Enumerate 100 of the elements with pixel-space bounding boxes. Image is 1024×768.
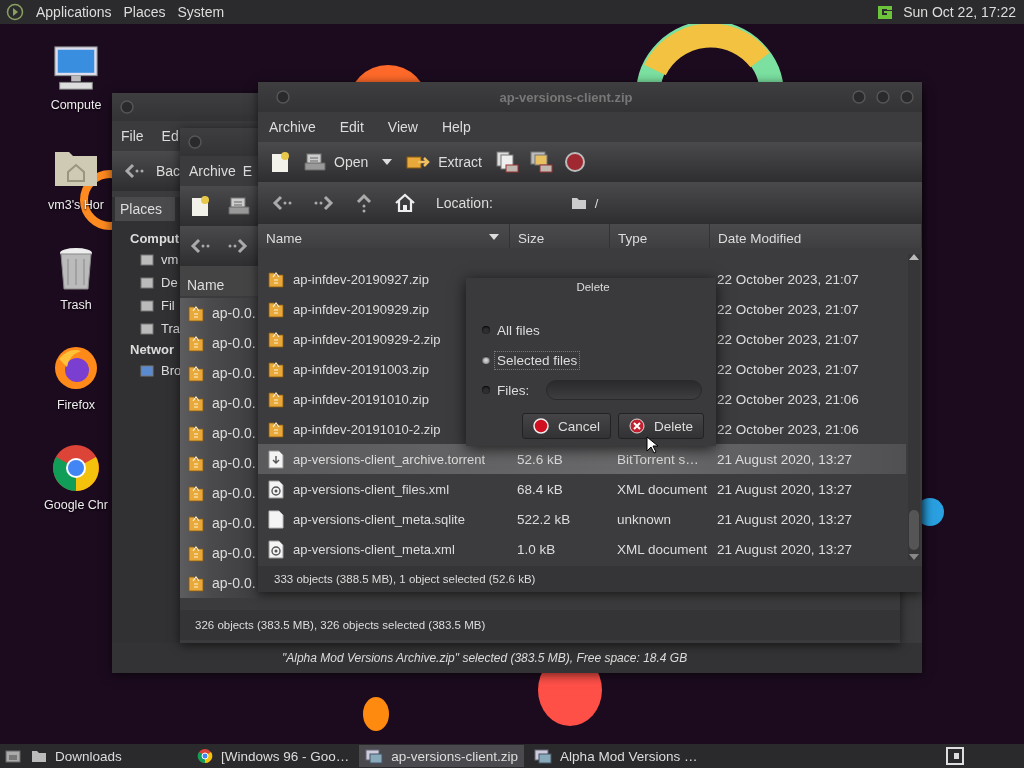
option-label[interactable]: All files xyxy=(495,321,542,339)
forward-arrow-icon[interactable] xyxy=(228,238,248,254)
radio-button[interactable] xyxy=(482,326,490,334)
table-cell: 22 October 2023, 21:07 xyxy=(717,361,859,377)
open-button[interactable]: Open xyxy=(300,151,373,173)
file-row[interactable]: ap-0.0. xyxy=(180,448,258,478)
file-row[interactable]: ap-0.0. xyxy=(180,508,258,538)
table-cell[interactable]: ap-versions-client_files.xml xyxy=(258,479,510,499)
panel-menu[interactable]: Places xyxy=(123,4,166,20)
show-desktop-icon[interactable] xyxy=(5,749,21,763)
workspace-icon[interactable] xyxy=(946,747,964,765)
new-document-icon[interactable] xyxy=(270,151,290,173)
location-path[interactable]: / xyxy=(594,195,599,211)
menu-item[interactable]: Edit xyxy=(339,119,364,135)
file-row[interactable]: ap-0.0. xyxy=(180,478,258,508)
new-document-icon[interactable] xyxy=(190,195,210,217)
menu-item[interactable]: View xyxy=(387,119,418,135)
place-icon xyxy=(140,363,154,378)
column-header[interactable]: Size xyxy=(510,224,610,248)
taskbar-button[interactable]: Alpha Mod Versions … xyxy=(528,745,704,767)
table-cell: 21 August 2020, 13:27 xyxy=(717,511,853,527)
radio-button[interactable] xyxy=(482,386,490,394)
table-cell[interactable]: ap-versions-client_meta.sqlite xyxy=(258,509,510,529)
table-cell[interactable]: ap-versions-client_archive.torrent xyxy=(258,449,510,469)
option-label[interactable]: Files: xyxy=(495,381,532,399)
column-header[interactable]: Type xyxy=(610,224,710,248)
forward-arrow-icon[interactable] xyxy=(314,195,334,211)
drawer-icon[interactable] xyxy=(304,153,326,171)
menu-item[interactable]: Archive xyxy=(269,119,316,135)
sidebar-item[interactable]: Fil xyxy=(161,298,175,313)
sidebar-item[interactable]: Tra xyxy=(161,321,181,336)
browser-icon[interactable] xyxy=(197,748,213,764)
desktop-icon-label[interactable]: Firefox xyxy=(56,398,96,412)
menu-item[interactable]: File xyxy=(121,128,144,144)
places-dropdown[interactable]: Places xyxy=(115,197,175,221)
table-cell[interactable]: ap-versions-client_meta.xml xyxy=(258,539,510,559)
file-row[interactable]: ap-0.0. xyxy=(180,358,258,388)
radio-button[interactable] xyxy=(482,356,490,364)
status-text: 333 objects (388.5 MB), 1 object selected (52.6 kB) xyxy=(274,573,536,585)
browser-icon[interactable] xyxy=(52,444,100,492)
menu-item[interactable]: Archive xyxy=(189,163,236,179)
add-folder-icon[interactable] xyxy=(529,151,554,173)
dialog-title: Delete xyxy=(576,281,610,293)
folder-icon[interactable] xyxy=(31,749,47,763)
archive-icon[interactable] xyxy=(365,748,384,764)
file-row[interactable]: ap-0.0. xyxy=(180,388,258,418)
archive-icon[interactable] xyxy=(534,748,553,764)
place-icon xyxy=(140,275,154,290)
column-header[interactable]: Name xyxy=(258,224,510,248)
table-cell: 22 October 2023, 21:07 xyxy=(717,331,859,347)
up-arrow-icon[interactable] xyxy=(356,193,372,213)
option-label[interactable]: Selected files xyxy=(495,351,580,369)
scrollbar-thumb[interactable] xyxy=(909,510,919,550)
back-button[interactable]: Bac xyxy=(156,163,181,179)
zip-file-icon xyxy=(188,454,204,472)
stop-icon[interactable] xyxy=(563,151,586,173)
file-row[interactable]: ap-0.0. xyxy=(180,568,258,598)
menu-item[interactable]: Help xyxy=(441,119,471,135)
sidebar-item[interactable]: De xyxy=(161,275,178,290)
desktop-icon-label[interactable]: Trash xyxy=(60,298,92,312)
menu-item[interactable]: E xyxy=(242,163,253,179)
caret-icon[interactable] xyxy=(382,159,393,165)
add-files-icon[interactable] xyxy=(495,151,520,173)
desktop-icon-label[interactable]: Google Chr xyxy=(44,498,108,512)
cross-circle-icon[interactable] xyxy=(628,418,645,434)
column-header[interactable]: Name xyxy=(187,277,225,293)
sidebar-item[interactable]: vm xyxy=(161,252,179,267)
desktop-icon-label[interactable]: Compute xyxy=(50,98,102,112)
taskbar-button[interactable]: [Windows 96 - Goo… xyxy=(191,745,356,767)
table-cell: 22 October 2023, 21:06 xyxy=(717,421,859,437)
file-row[interactable]: ap-0.0. xyxy=(180,328,258,358)
cancel-button[interactable]: Cancel xyxy=(521,413,611,439)
computer-icon[interactable] xyxy=(51,44,101,92)
taskbar-button[interactable]: ap-versions-client.zip xyxy=(359,745,525,767)
extract-button[interactable]: Extract xyxy=(402,151,486,173)
fox-globe-icon[interactable] xyxy=(53,344,99,392)
zip-file-icon xyxy=(268,390,284,408)
menu-item[interactable]: Ed xyxy=(161,128,179,144)
column-header[interactable]: Date Modified xyxy=(710,224,922,248)
back-arrow-icon[interactable] xyxy=(272,195,292,211)
delete-button[interactable]: Delete xyxy=(617,413,704,439)
file-row[interactable]: ap-0.0. xyxy=(180,298,258,328)
zip-file-icon xyxy=(188,484,204,502)
panel-menu[interactable]: Applications xyxy=(36,4,112,20)
back-arrow-icon[interactable] xyxy=(124,163,144,179)
logo-icon[interactable] xyxy=(6,3,24,21)
zip-file-icon xyxy=(188,394,204,412)
home-icon[interactable] xyxy=(394,193,416,213)
file-row[interactable]: ap-0.0. xyxy=(180,418,258,448)
clock[interactable]: Sun Oct 22, 17:22 xyxy=(903,4,1016,20)
drawer-icon[interactable] xyxy=(228,197,250,215)
table-cell: XML document xyxy=(617,481,708,497)
file-row[interactable]: ap-0.0. xyxy=(180,538,258,568)
sort-caret-icon[interactable] xyxy=(489,234,499,240)
scroll-down-icon[interactable] xyxy=(909,554,919,560)
scroll-up-icon[interactable] xyxy=(909,254,919,260)
back-arrow-icon[interactable] xyxy=(190,238,210,254)
panel-menu[interactable]: System xyxy=(177,4,225,20)
box-arrow-icon[interactable] xyxy=(406,153,431,171)
taskbar-button[interactable]: Downloads xyxy=(25,745,187,767)
